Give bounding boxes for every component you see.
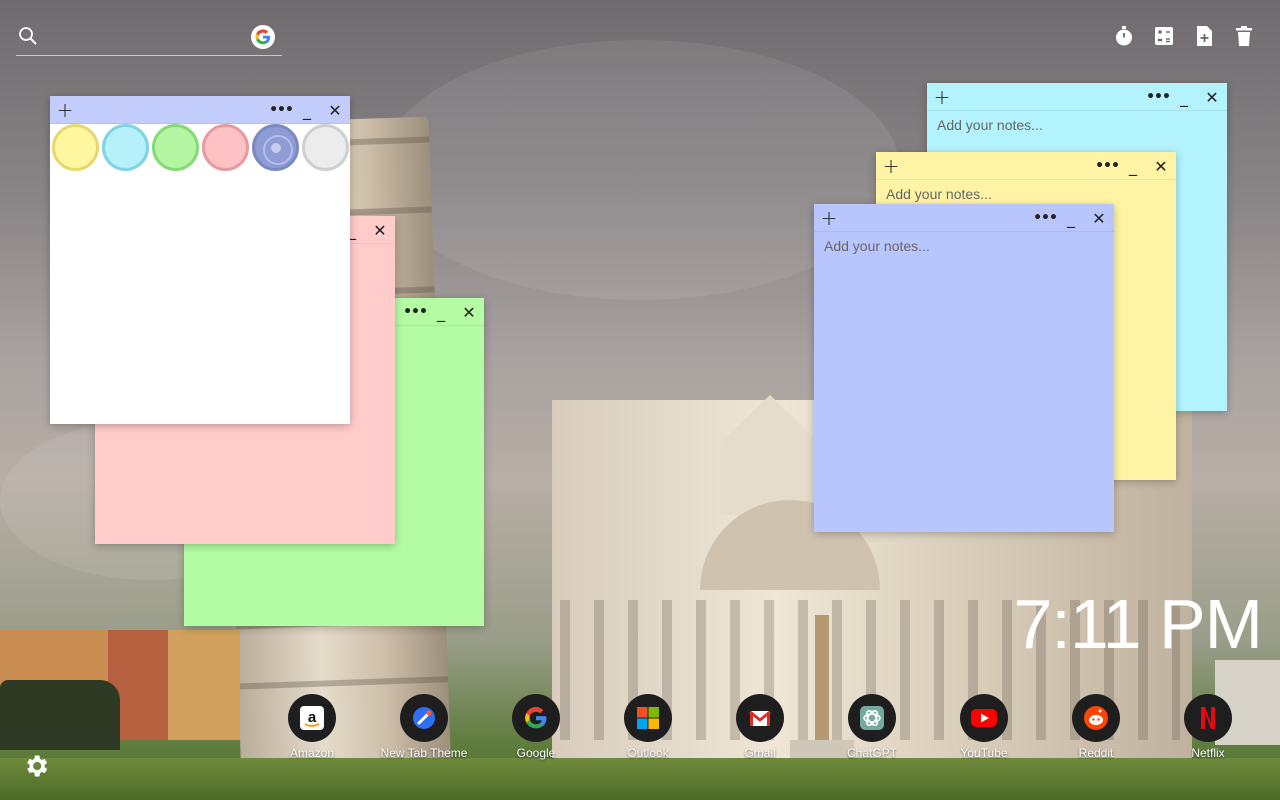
color-swatch-gray[interactable] [302,124,349,171]
minimize-icon[interactable]: _ [430,298,452,326]
sticky-note-blue[interactable]: + ••• _ ✕ [814,204,1114,532]
amazon-icon: a [288,694,336,742]
shortcut-outlook[interactable]: Outlook [592,694,704,760]
close-icon[interactable]: ✕ [458,298,480,326]
netflix-icon [1184,694,1232,742]
shortcut-amazon[interactable]: a Amazon [256,694,368,760]
color-picker [50,124,349,171]
new-tab-theme-icon [400,694,448,742]
trash-icon[interactable] [1232,24,1256,48]
shortcut-chatgpt[interactable]: ChatGPT [816,694,928,760]
close-icon[interactable]: ✕ [1150,152,1172,180]
gmail-icon [736,694,784,742]
add-note-icon[interactable]: + [54,96,76,124]
chatgpt-icon [848,694,896,742]
lawn [0,758,1280,800]
more-options-icon[interactable]: ••• [269,96,294,124]
close-icon[interactable]: ✕ [1201,83,1223,111]
search-bar [16,22,282,56]
settings-gear-icon[interactable] [22,752,50,780]
stopwatch-icon[interactable] [1112,24,1136,48]
shortcut-new-tab-theme[interactable]: New Tab Theme [368,694,480,760]
note-header[interactable]: + ••• _ ✕ [876,152,1176,180]
add-note-icon[interactable]: + [880,152,902,180]
top-toolbar [1112,24,1256,48]
outlook-icon [624,694,672,742]
close-icon[interactable]: ✕ [1088,204,1110,232]
shortcut-youtube[interactable]: YouTube [928,694,1040,760]
add-note-icon[interactable]: + [931,83,953,111]
search-icon[interactable] [18,26,38,46]
shortcut-netflix[interactable]: Netflix [1152,694,1264,760]
note-input[interactable] [824,238,1104,526]
youtube-icon [960,694,1008,742]
shortcut-gmail[interactable]: Gmail [704,694,816,760]
clock-time: 7:11 PM [1013,585,1263,663]
note-header[interactable]: + ••• _ ✕ [50,96,350,124]
color-swatch-green[interactable] [152,124,199,171]
minimize-icon[interactable]: _ [1173,83,1195,111]
more-options-icon[interactable]: ••• [1095,152,1120,180]
shortcut-reddit[interactable]: Reddit [1040,694,1152,760]
close-icon[interactable]: ✕ [324,96,346,124]
more-options-icon[interactable]: ••• [1146,83,1171,111]
minimize-icon[interactable]: _ [296,96,318,124]
close-icon[interactable]: ✕ [369,216,391,244]
calculator-icon[interactable] [1152,24,1176,48]
minimize-icon[interactable]: _ [1122,152,1144,180]
reddit-icon [1072,694,1120,742]
color-swatch-blue[interactable] [252,124,299,171]
minimize-icon[interactable]: _ [1060,204,1082,232]
shortcut-google[interactable]: Google [480,694,592,760]
color-swatch-yellow[interactable] [52,124,99,171]
note-header[interactable]: + ••• _ ✕ [927,83,1227,111]
color-swatch-pink[interactable] [202,124,249,171]
sticky-note-white[interactable]: + ••• _ ✕ [50,96,350,424]
note-text[interactable] [814,232,1114,532]
add-note-icon[interactable]: + [818,204,840,232]
add-note-icon[interactable] [1192,24,1216,48]
shortcut-dock: a Amazon New Tab Theme Google Outlook Gm [256,694,1264,760]
google-icon[interactable] [251,25,275,49]
color-swatch-cyan[interactable] [102,124,149,171]
google-icon [512,694,560,742]
more-options-icon[interactable]: ••• [1033,204,1058,232]
svg-text:a: a [308,709,317,726]
search-input[interactable] [48,24,248,50]
more-options-icon[interactable]: ••• [403,298,428,326]
note-header[interactable]: + ••• _ ✕ [814,204,1114,232]
